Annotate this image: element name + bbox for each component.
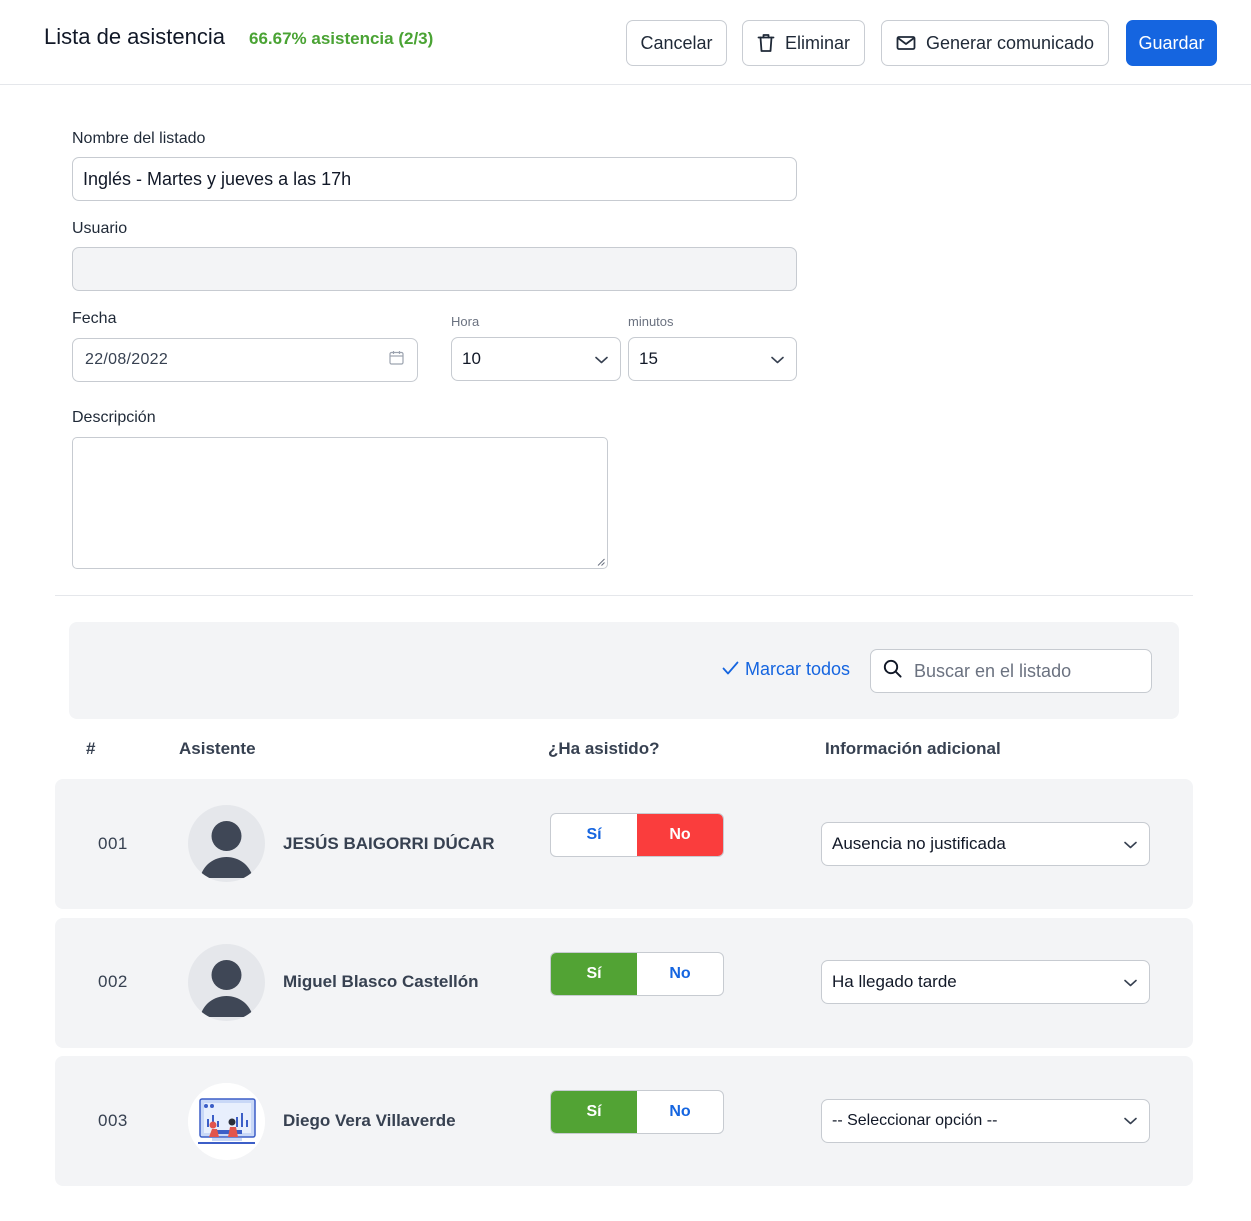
attendance-toggle[interactable]: Sí No bbox=[550, 1090, 724, 1134]
trash-icon bbox=[757, 33, 775, 53]
date-input[interactable]: 22/08/2022 bbox=[72, 338, 418, 382]
description-textarea[interactable] bbox=[72, 437, 608, 569]
table-row: 001 JESÚS BAIGORRI DÚCAR Sí No Ausencia … bbox=[55, 779, 1193, 909]
hour-select[interactable]: 10 bbox=[451, 337, 621, 381]
save-button[interactable]: Guardar bbox=[1126, 20, 1217, 66]
chevron-down-icon bbox=[1124, 1112, 1137, 1130]
column-header-attended: ¿Ha asistido? bbox=[548, 739, 660, 758]
attended-yes-option[interactable]: Sí bbox=[551, 1091, 637, 1133]
generate-notice-button[interactable]: Generar comunicado bbox=[881, 20, 1109, 66]
attendance-toggle[interactable]: Sí No bbox=[550, 952, 724, 996]
cancel-button-label: Cancelar bbox=[640, 32, 713, 53]
column-header-number: # bbox=[86, 739, 96, 758]
resize-handle-icon[interactable] bbox=[597, 558, 605, 566]
date-label: Fecha bbox=[72, 310, 117, 327]
table-row: 003 Diego Vera Villaverde Sí No -- Selec… bbox=[55, 1056, 1193, 1186]
attendance-summary: 66.67% asistencia (2/3) bbox=[249, 29, 434, 48]
avatar bbox=[188, 805, 265, 882]
minutes-select[interactable]: 15 bbox=[628, 337, 797, 381]
user-input bbox=[72, 247, 797, 291]
additional-info-value: -- Seleccionar opción -- bbox=[832, 1112, 998, 1129]
attendance-toggle[interactable]: Sí No bbox=[550, 813, 724, 857]
delete-button[interactable]: Eliminar bbox=[742, 20, 865, 66]
user-silhouette-icon bbox=[200, 960, 253, 1017]
additional-info-value: Ausencia no justificada bbox=[832, 834, 1006, 853]
delete-button-label: Eliminar bbox=[784, 32, 850, 53]
section-divider bbox=[55, 595, 1193, 596]
minutes-label: minutos bbox=[628, 314, 674, 329]
calendar-icon[interactable] bbox=[389, 350, 404, 370]
top-bar: Lista de asistencia 66.67% asistencia (2… bbox=[0, 0, 1251, 85]
attended-no-option[interactable]: No bbox=[637, 1091, 723, 1133]
chevron-down-icon bbox=[1124, 834, 1137, 854]
chevron-down-icon bbox=[1124, 972, 1137, 992]
date-value: 22/08/2022 bbox=[85, 351, 169, 368]
illustration-avatar-icon bbox=[188, 1083, 265, 1160]
table-row: 002 Miguel Blasco Castellón Sí No Ha lle… bbox=[55, 918, 1193, 1048]
search-input[interactable] bbox=[914, 660, 1134, 682]
additional-info-select[interactable]: Ausencia no justificada bbox=[821, 822, 1150, 866]
attendee-name: Miguel Blasco Castellón bbox=[283, 972, 479, 991]
avatar bbox=[188, 944, 265, 1021]
search-icon bbox=[883, 659, 902, 683]
list-name-label: Nombre del listado bbox=[72, 130, 206, 147]
additional-info-select[interactable]: -- Seleccionar opción -- bbox=[821, 1099, 1150, 1143]
description-label: Descripción bbox=[72, 409, 156, 426]
list-name-value: Inglés - Martes y jueves a las 17h bbox=[83, 168, 352, 189]
mark-all-label: Marcar todos bbox=[745, 659, 851, 679]
user-label: Usuario bbox=[72, 220, 128, 237]
additional-info-select[interactable]: Ha llegado tarde bbox=[821, 960, 1150, 1004]
attendee-name: JESÚS BAIGORRI DÚCAR bbox=[283, 834, 495, 853]
row-number: 003 bbox=[98, 1111, 128, 1130]
attended-yes-option[interactable]: Sí bbox=[551, 953, 637, 995]
column-header-info: Información adicional bbox=[825, 739, 1001, 758]
envelope-icon bbox=[896, 35, 916, 51]
page-title: Lista de asistencia bbox=[44, 24, 225, 49]
attended-no-option[interactable]: No bbox=[637, 953, 723, 995]
mark-all-button[interactable]: Marcar todos bbox=[722, 659, 850, 680]
user-silhouette-icon bbox=[200, 821, 253, 878]
attended-no-option[interactable]: No bbox=[637, 814, 723, 856]
hour-value: 10 bbox=[462, 349, 481, 368]
chevron-down-icon bbox=[595, 349, 608, 369]
generate-notice-label: Generar comunicado bbox=[925, 32, 1095, 53]
list-name-input[interactable]: Inglés - Martes y jueves a las 17h bbox=[72, 157, 797, 201]
save-button-label: Guardar bbox=[1138, 32, 1205, 53]
check-icon bbox=[722, 659, 739, 680]
row-number: 001 bbox=[98, 834, 128, 853]
hour-label: Hora bbox=[451, 314, 480, 329]
row-number: 002 bbox=[98, 972, 128, 991]
search-box[interactable] bbox=[870, 649, 1152, 693]
additional-info-value: Ha llegado tarde bbox=[832, 972, 957, 991]
minutes-value: 15 bbox=[639, 349, 658, 368]
attended-yes-option[interactable]: Sí bbox=[551, 814, 637, 856]
chevron-down-icon bbox=[771, 349, 784, 369]
column-header-attendee: Asistente bbox=[179, 739, 256, 758]
attendee-name: Diego Vera Villaverde bbox=[283, 1111, 456, 1130]
avatar bbox=[188, 1083, 265, 1160]
cancel-button[interactable]: Cancelar bbox=[626, 20, 727, 66]
